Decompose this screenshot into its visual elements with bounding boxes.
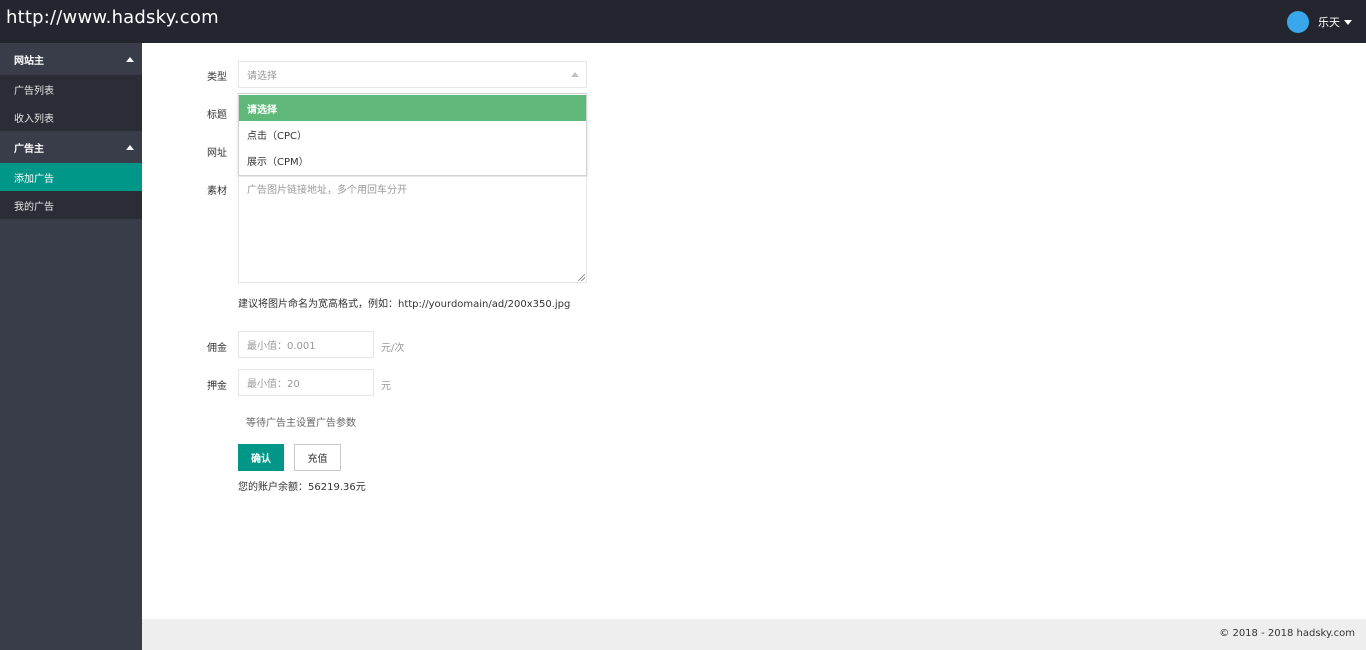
url-label: 网址	[207, 148, 227, 159]
footer: © 2018 - 2018 hadsky.com	[142, 619, 1366, 650]
type-option[interactable]: 点击（CPC）	[239, 121, 586, 147]
avatar[interactable]	[1287, 11, 1309, 33]
commission-input[interactable]: 最小值：0.001	[238, 331, 374, 358]
resize-handle-icon[interactable]	[578, 274, 585, 281]
sidebar-item-add-ad[interactable]: 添加广告	[0, 163, 142, 191]
top-header: http://www.hadsky.com 乐天	[0, 0, 1366, 43]
chevron-down-icon[interactable]	[1344, 19, 1352, 25]
material-label: 素材	[207, 186, 227, 197]
recharge-button[interactable]: 充值	[294, 444, 341, 471]
sidebar-item-my-ads[interactable]: 我的广告	[0, 191, 142, 219]
sidebar-group-site-owner[interactable]: 网站主	[0, 43, 142, 75]
material-hint: 建议将图片命名为宽高格式，例如：http://yourdomain/ad/200…	[238, 299, 571, 310]
type-option[interactable]: 请选择	[239, 95, 586, 121]
commission-label: 佣金	[207, 343, 227, 354]
deposit-placeholder: 最小值：20	[247, 379, 300, 390]
user-menu[interactable]: 乐天	[1287, 11, 1352, 33]
deposit-input[interactable]: 最小值：20	[238, 369, 374, 396]
caret-up-icon	[571, 72, 579, 77]
site-title[interactable]: http://www.hadsky.com	[6, 7, 219, 28]
chevron-up-icon	[126, 56, 134, 62]
material-placeholder: 广告图片链接地址，多个用回车分开	[247, 185, 407, 196]
commission-unit: 元/次	[381, 343, 405, 354]
chevron-up-icon	[126, 144, 134, 150]
sidebar: 网站主 广告列表 收入列表 广告主 添加广告 我的广告	[0, 43, 142, 650]
deposit-label: 押金	[207, 381, 227, 392]
type-label: 类型	[207, 72, 227, 83]
type-dropdown: 请选择 点击（CPC） 展示（CPM）	[238, 93, 587, 176]
account-balance: 您的账户余额：56219.36元	[238, 482, 366, 493]
deposit-unit: 元	[381, 381, 391, 392]
copyright: © 2018 - 2018 hadsky.com	[1219, 628, 1355, 639]
title-label: 标题	[207, 110, 227, 121]
sidebar-item-income-list[interactable]: 收入列表	[0, 103, 142, 131]
material-textarea[interactable]: 广告图片链接地址，多个用回车分开	[238, 176, 587, 283]
user-name[interactable]: 乐天	[1318, 14, 1340, 30]
status-text: 等待广告主设置广告参数	[246, 418, 356, 429]
confirm-button[interactable]: 确认	[238, 444, 284, 471]
type-select[interactable]: 请选择	[238, 61, 587, 88]
sidebar-group-label: 广告主	[14, 143, 44, 155]
type-option[interactable]: 展示（CPM）	[239, 147, 586, 173]
commission-placeholder: 最小值：0.001	[247, 341, 316, 352]
sidebar-group-label: 网站主	[14, 55, 44, 67]
type-select-value: 请选择	[247, 71, 277, 82]
sidebar-group-advertiser[interactable]: 广告主	[0, 131, 142, 163]
sidebar-item-ad-list[interactable]: 广告列表	[0, 75, 142, 103]
